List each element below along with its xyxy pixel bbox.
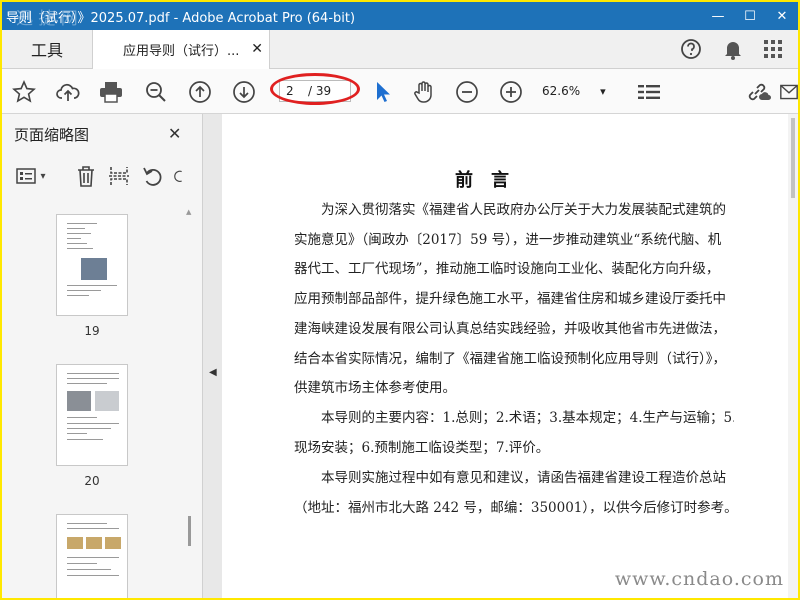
- text-line: 为深入贯彻落实《福建省人民政府办公厅关于大力发展装配式建筑的: [294, 202, 726, 218]
- text-line: 建海峡建设发展有限公司认真总结实践经验，并吸收其他省市先进做法，: [294, 320, 726, 337]
- paragraph-contents: 本导则的主要内容：1.总则；2.术语；3.基本规定；4.生产与运输；5. 现场安…: [294, 404, 734, 463]
- share-link-icon[interactable]: [745, 79, 771, 105]
- scrollbar-thumb[interactable]: [188, 516, 191, 546]
- thumbnail-image: [67, 391, 91, 411]
- next-page-icon[interactable]: [231, 79, 257, 105]
- chevron-down-icon: ▾: [600, 84, 606, 98]
- send-icon[interactable]: [780, 79, 798, 105]
- text-line: （地址：福州市北大路 242 号，邮编：350001），以供今后修订时参考。: [294, 499, 734, 516]
- zoom-out-magnifier-icon[interactable]: [143, 79, 169, 105]
- apps-grid-icon[interactable]: [761, 37, 785, 61]
- zoom-in-icon[interactable]: [498, 79, 524, 105]
- page-thumbnails-panel: 页面缩略图 ✕ ▾ 19 20 ▲: [2, 114, 203, 598]
- thumbnail-options-icon[interactable]: [14, 164, 38, 188]
- tab-tools[interactable]: 工具: [12, 30, 82, 68]
- extract-pages-icon[interactable]: [107, 164, 131, 188]
- help-icon[interactable]: [679, 37, 703, 61]
- app-window: 导则（试行）》2025.07.pdf - Adobe Acrobat Pro (…: [0, 0, 800, 600]
- thumbnail-image: [95, 391, 119, 411]
- window-close-button[interactable]: ✕: [766, 2, 798, 30]
- paragraph-intro: 为深入贯彻落实《福建省人民政府办公厅关于大力发展装配式建筑的 实施意见》（闽政办…: [294, 196, 734, 404]
- tab-close-button[interactable]: ✕: [251, 41, 263, 57]
- panel-title: 页面缩略图: [14, 126, 90, 144]
- thumbnail-page-number: 19: [84, 324, 100, 338]
- text-line: 本导则的主要内容：1.总则；2.术语；3.基本规定；4.生产与运输；5.: [294, 410, 734, 426]
- minimize-button[interactable]: —: [702, 2, 734, 30]
- text-line: 应用预制部品部件，提升绿色施工水平，福建省住房和城乡建设厅委托中: [294, 291, 726, 308]
- tab-document-label: 应用导则（试行）...: [123, 44, 240, 59]
- notification-bell-icon[interactable]: [721, 37, 745, 61]
- text-line: 供建筑市场主体参考使用。: [294, 380, 456, 397]
- thumbnail-image: [81, 258, 107, 280]
- thumbnail-scrollbar[interactable]: ▲: [185, 206, 195, 598]
- zoom-level-dropdown[interactable]: 62.6% ▾: [542, 80, 614, 102]
- text-line: 本导则实施过程中如有意见和建议，请函告福建省建设工程造价总站: [294, 470, 726, 486]
- select-cursor-icon[interactable]: [369, 79, 395, 105]
- hand-tool-icon[interactable]: [411, 79, 437, 105]
- scrollbar-thumb[interactable]: [791, 118, 795, 198]
- highlight-annotation-oval: [270, 73, 360, 105]
- text-line: 结合本省实际情况，编制了《福建省施工临设预制化应用导则（试行）》，: [294, 350, 726, 367]
- panel-toolbar: ▾: [2, 158, 202, 194]
- thumbnail-list: 19 20: [2, 206, 182, 598]
- zoom-level-value: 62.6%: [542, 84, 581, 98]
- text-line: 器代工、工厂代现场”，推动施工临时设施向工业化、装配化方向升级，: [294, 261, 720, 278]
- thumbnail-page-number: 20: [84, 474, 100, 488]
- thumbnail-image: [86, 537, 102, 549]
- document-scrollbar[interactable]: [788, 114, 798, 598]
- title-bar: 导则（试行）》2025.07.pdf - Adobe Acrobat Pro (…: [2, 2, 798, 30]
- rotate-clockwise-icon[interactable]: [174, 164, 188, 188]
- page-thumbnail-20[interactable]: [56, 364, 128, 466]
- site-watermark: www.cndao.com: [614, 568, 784, 590]
- scroll-up-icon[interactable]: ▲: [186, 208, 191, 216]
- panel-collapse-strip[interactable]: ◀: [203, 114, 222, 598]
- print-icon[interactable]: [98, 79, 124, 105]
- thumbnail-image: [67, 537, 83, 549]
- previous-page-icon[interactable]: [187, 79, 213, 105]
- zoom-out-icon[interactable]: [454, 79, 480, 105]
- delete-trash-icon[interactable]: [74, 164, 98, 188]
- window-title: 导则（试行）》2025.07.pdf - Adobe Acrobat Pro (…: [6, 10, 356, 26]
- bookmark-star-icon[interactable]: [11, 79, 37, 105]
- page-thumbnail-19[interactable]: [56, 214, 128, 316]
- text-line: 现场安装；6.预制施工临设类型；7.评价。: [294, 439, 550, 456]
- tab-bar: 工具 应用导则（试行）... ✕: [2, 30, 798, 69]
- cloud-upload-icon[interactable]: [55, 79, 81, 105]
- maximize-button[interactable]: ☐: [734, 2, 766, 30]
- main-toolbar: 2 / 39 62.6% ▾: [2, 69, 798, 114]
- page-heading: 前 言: [455, 170, 509, 191]
- more-tools-icon[interactable]: [636, 79, 662, 105]
- collapse-left-icon[interactable]: ◀: [209, 367, 217, 378]
- chevron-down-icon[interactable]: ▾: [36, 164, 50, 188]
- page-thumbnail-21[interactable]: [56, 514, 128, 598]
- paragraph-feedback: 本导则实施过程中如有意见和建议，请函告福建省建设工程造价总站 （地址：福州市北大…: [294, 464, 734, 523]
- rotate-counterclockwise-icon[interactable]: [141, 164, 165, 188]
- thumbnail-image: [105, 537, 121, 549]
- panel-close-button[interactable]: ✕: [168, 124, 181, 143]
- text-line: 实施意见》（闽政办〔2017〕59 号），进一步推动建筑业“系统代脑、机: [294, 231, 722, 248]
- tab-document[interactable]: 应用导则（试行）... ✕: [92, 30, 270, 69]
- document-viewer: 前 言 为深入贯彻落实《福建省人民政府办公厅关于大力发展装配式建筑的 实施意见》…: [222, 114, 798, 598]
